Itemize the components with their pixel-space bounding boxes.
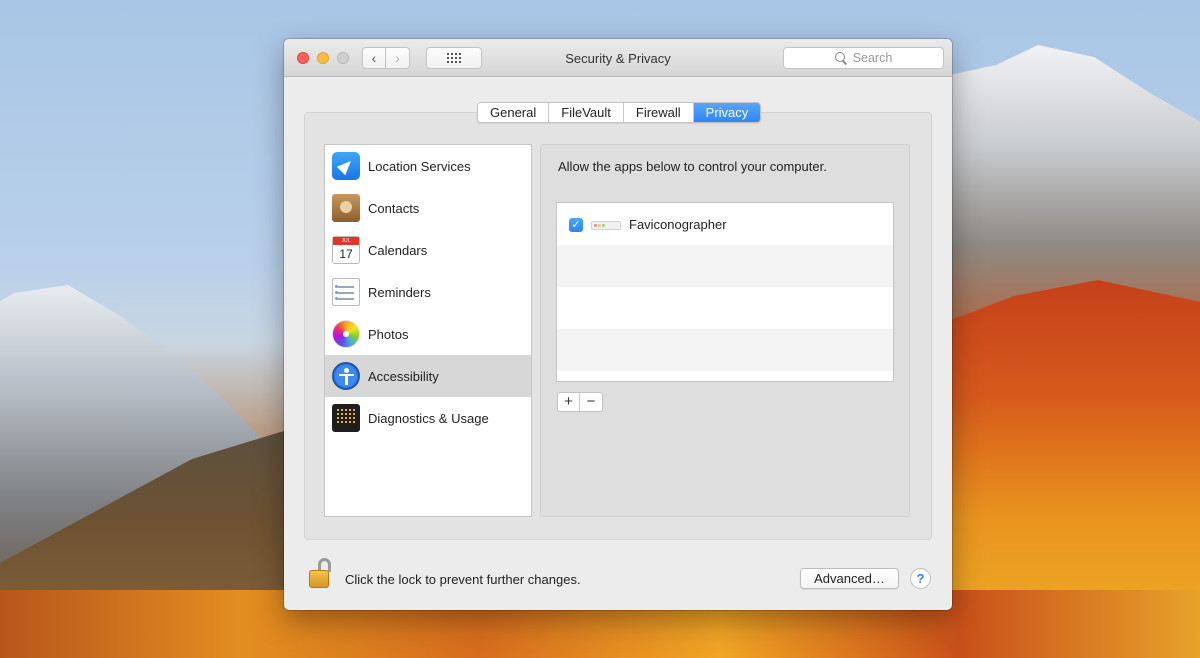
app-list[interactable]: ✓ Faviconographer xyxy=(556,202,894,382)
remove-app-button[interactable]: − xyxy=(580,393,602,411)
security-privacy-window: ‹ › Security & Privacy Search General Fi… xyxy=(284,39,952,610)
detail-description: Allow the apps below to control your com… xyxy=(558,159,827,174)
list-item xyxy=(557,287,893,329)
tab-general[interactable]: General xyxy=(478,103,550,122)
title-bar[interactable]: ‹ › Security & Privacy Search xyxy=(284,39,952,77)
search-icon xyxy=(834,52,847,64)
app-window-icon xyxy=(591,221,621,230)
list-item xyxy=(557,329,893,371)
search-field[interactable]: Search xyxy=(783,47,944,69)
privacy-category-list: Location Services Contacts JUL 17 Calend… xyxy=(324,144,532,517)
category-label: Calendars xyxy=(368,242,428,258)
category-label: Diagnostics & Usage xyxy=(368,410,489,426)
category-label: Accessibility xyxy=(368,368,439,384)
help-button[interactable]: ? xyxy=(910,568,931,589)
search-placeholder: Search xyxy=(852,51,893,65)
lock-icon[interactable] xyxy=(306,558,336,590)
category-label: Location Services xyxy=(368,158,471,174)
category-label: Contacts xyxy=(368,200,420,216)
category-location-services[interactable]: Location Services xyxy=(325,145,531,187)
tab-firewall[interactable]: Firewall xyxy=(623,103,694,122)
tab-filevault[interactable]: FileVault xyxy=(549,103,624,122)
photos-flower-icon xyxy=(332,320,360,348)
tab-privacy[interactable]: Privacy xyxy=(693,103,761,122)
reminders-list-icon xyxy=(332,278,360,306)
app-row-faviconographer[interactable]: ✓ Faviconographer xyxy=(557,203,893,245)
add-app-button[interactable]: + xyxy=(558,393,580,411)
category-photos[interactable]: Photos xyxy=(325,313,531,355)
category-calendars[interactable]: JUL 17 Calendars xyxy=(325,229,531,271)
category-diagnostics-usage[interactable]: Diagnostics & Usage xyxy=(325,397,531,439)
calendar-icon-month: JUL xyxy=(333,237,359,245)
app-name: Faviconographer xyxy=(629,217,727,232)
lock-message: Click the lock to prevent further change… xyxy=(345,572,581,587)
category-accessibility[interactable]: Accessibility xyxy=(325,355,531,397)
accessibility-icon xyxy=(332,362,360,390)
category-label: Photos xyxy=(368,326,409,342)
calendar-icon-day: 17 xyxy=(339,247,353,261)
calendar-icon: JUL 17 xyxy=(332,236,360,264)
category-contacts[interactable]: Contacts xyxy=(325,187,531,229)
location-arrow-icon xyxy=(332,152,360,180)
contacts-book-icon xyxy=(332,194,360,222)
add-remove-control: + − xyxy=(557,392,603,412)
advanced-button[interactable]: Advanced… xyxy=(800,568,899,589)
tab-bar: General FileVault Firewall Privacy xyxy=(477,102,762,123)
diagnostics-grid-icon xyxy=(332,404,360,432)
category-label: Reminders xyxy=(368,284,431,300)
app-checkbox[interactable]: ✓ xyxy=(569,218,583,232)
list-item xyxy=(557,245,893,287)
category-reminders[interactable]: Reminders xyxy=(325,271,531,313)
